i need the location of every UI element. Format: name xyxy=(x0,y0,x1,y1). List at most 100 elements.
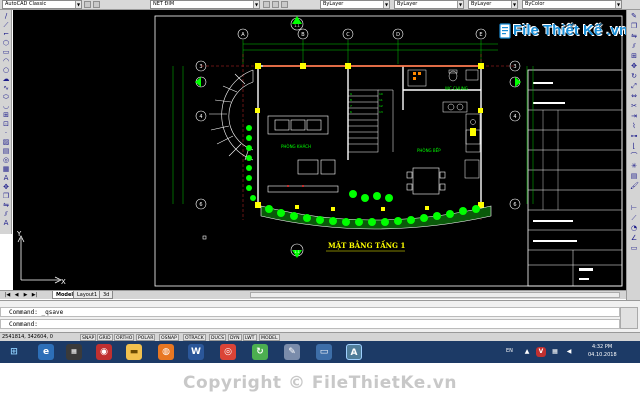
polygon-icon[interactable]: ⬡ xyxy=(2,40,10,47)
ducs-toggle[interactable]: DUCS xyxy=(209,334,227,341)
construction-line-icon[interactable]: ⟋ xyxy=(2,22,10,29)
chamfer-icon[interactable]: ⌊ xyxy=(630,143,638,150)
dimension-radius-icon[interactable]: ◔ xyxy=(630,225,638,232)
circle-icon[interactable]: ○ xyxy=(2,67,10,74)
modify-toolbar: ✎ ❐ ⇋ ⫽ ⊞ ✥ ↻ ⤢ ⇔ ✂ ⇥ ⌇ ⊶ ⌊ ⌒ ✳ ▤ 🖌 ⊢ ⟋ … xyxy=(626,10,640,300)
stretch-icon[interactable]: ⇔ xyxy=(630,93,638,100)
line-icon[interactable]: / xyxy=(2,13,10,20)
internet-explorer-icon[interactable]: e xyxy=(38,344,54,360)
tray-app-icon[interactable]: V xyxy=(536,347,546,357)
tray-up-icon[interactable]: ▲ xyxy=(522,347,532,357)
room-label-dining: PHÒNG BẾP xyxy=(417,147,441,153)
offset-object-icon[interactable]: ⫽ xyxy=(630,43,638,50)
horizontal-scrollbar[interactable] xyxy=(250,292,620,298)
file-explorer-icon[interactable]: ▬ xyxy=(126,344,142,360)
offset-icon[interactable]: ⫽ xyxy=(2,211,10,218)
layer-state-icon[interactable] xyxy=(272,1,279,8)
dimension-linear-icon[interactable]: ⊢ xyxy=(630,205,638,212)
grid-toggle[interactable]: GRID xyxy=(97,334,113,341)
workspace-combo[interactable]: AutoCAD Classic ▼ xyxy=(2,0,82,9)
array-icon[interactable]: ⊞ xyxy=(630,53,638,60)
layer-freeze-icon[interactable] xyxy=(281,1,288,8)
autocad-taskbar-icon[interactable]: A xyxy=(346,344,362,360)
table-icon[interactable]: ▦ xyxy=(2,166,10,173)
dimension-aligned-icon[interactable]: ⟋ xyxy=(630,215,638,222)
dyn-toggle[interactable]: DYN xyxy=(228,334,242,341)
lineweight-combo[interactable]: ByLayer ▼ xyxy=(468,0,518,9)
break-icon[interactable]: ⌇ xyxy=(630,123,638,130)
network-icon[interactable]: ▦ xyxy=(550,347,560,357)
row-bubble-label: 4 xyxy=(199,114,202,120)
revcloud-icon[interactable]: ☁ xyxy=(2,76,10,83)
ortho-toggle[interactable]: ORTHO xyxy=(114,334,135,341)
extend-icon[interactable]: ⇥ xyxy=(630,113,638,120)
word-icon[interactable]: W xyxy=(188,344,204,360)
move-icon[interactable]: ✥ xyxy=(2,184,10,191)
firefox-icon[interactable]: ◍ xyxy=(158,344,174,360)
ucs-x-label: X xyxy=(61,278,66,286)
app-icon[interactable]: ▦ xyxy=(66,344,82,360)
mtext-icon[interactable]: A xyxy=(2,175,10,182)
command-scrollbar[interactable] xyxy=(620,307,638,329)
color-combo[interactable]: ByLayer ▼ xyxy=(320,0,390,9)
green-app-icon[interactable]: ↻ xyxy=(252,344,268,360)
model-toggle[interactable]: MODEL xyxy=(259,334,280,341)
match-properties-icon[interactable]: 🖌 xyxy=(630,183,639,190)
mirror-object-icon[interactable]: ⇋ xyxy=(630,33,638,40)
rotate-icon[interactable]: ↻ xyxy=(630,73,638,80)
monitor-icon[interactable]: ▭ xyxy=(316,344,332,360)
join-icon[interactable]: ⊶ xyxy=(630,133,638,140)
polyline-icon[interactable]: ⌐ xyxy=(2,31,10,38)
hatch-icon[interactable]: ▨ xyxy=(2,139,10,146)
spline-icon[interactable]: ∿ xyxy=(2,85,10,92)
mirror-icon[interactable]: ⇋ xyxy=(2,202,10,209)
text-icon[interactable]: A xyxy=(2,220,10,227)
windows-start-icon[interactable]: ⊞ xyxy=(6,344,22,360)
paint-icon[interactable]: ✎ xyxy=(284,344,300,360)
model-space-canvas[interactable]: X Y A B C D E 1-1 3 4 6 3 4 6 9 10 8 11 … xyxy=(13,10,626,290)
point-icon[interactable]: · xyxy=(2,130,10,137)
polar-toggle[interactable]: POLAR xyxy=(136,334,156,341)
ellipse-arc-icon[interactable]: ◡ xyxy=(2,103,10,110)
linetype-combo[interactable]: ByLayer ▼ xyxy=(394,0,464,9)
explode-icon[interactable]: ✳ xyxy=(630,163,638,170)
make-block-icon[interactable]: ⊡ xyxy=(2,121,10,128)
first-tab-icon[interactable]: |◀ xyxy=(4,292,11,298)
rectangle-icon[interactable]: ▭ xyxy=(2,49,10,56)
layer-manager-icon[interactable] xyxy=(93,1,100,8)
scale-icon[interactable]: ⤢ xyxy=(630,83,638,90)
media-icon[interactable]: ◉ xyxy=(96,344,112,360)
tab-3d[interactable]: 3d xyxy=(99,291,114,299)
chrome-icon[interactable]: ◎ xyxy=(220,344,236,360)
properties-icon[interactable]: ▤ xyxy=(630,173,638,180)
layer-combo[interactable]: NÉT ĐIM ▼ xyxy=(150,0,260,9)
lwt-toggle[interactable]: LWT xyxy=(243,334,257,341)
snap-toggle[interactable]: SNAP xyxy=(80,334,97,341)
copy-icon[interactable]: ❐ xyxy=(2,193,10,200)
dimension-angular-icon[interactable]: ∠ xyxy=(630,235,638,242)
osnap-toggle[interactable]: OSNAP xyxy=(159,334,179,341)
prev-tab-icon[interactable]: ◀ xyxy=(13,292,20,298)
language-indicator[interactable]: EN xyxy=(506,348,513,355)
arc-icon[interactable]: ◠ xyxy=(2,58,10,65)
move-object-icon[interactable]: ✥ xyxy=(630,63,638,70)
tab-layout1[interactable]: Layout1 xyxy=(73,291,102,299)
volume-icon[interactable]: ◀ xyxy=(564,347,574,357)
insert-block-icon[interactable]: ⊞ xyxy=(2,112,10,119)
gear-icon[interactable] xyxy=(84,1,91,8)
fillet-icon[interactable]: ⌒ xyxy=(630,153,638,160)
command-input[interactable]: Command: xyxy=(0,319,620,329)
copy-object-icon[interactable]: ❐ xyxy=(630,23,638,30)
last-tab-icon[interactable]: ▶| xyxy=(31,292,38,298)
otrack-toggle[interactable]: OTRACK xyxy=(183,334,206,341)
next-tab-icon[interactable]: ▶ xyxy=(22,292,29,298)
dimension-style-icon[interactable]: ▭ xyxy=(630,245,638,252)
region-icon[interactable]: ◎ xyxy=(2,157,10,164)
ellipse-icon[interactable]: ⬭ xyxy=(2,94,10,101)
plotstyle-combo[interactable]: ByColor ▼ xyxy=(522,0,622,9)
layer-previous-icon[interactable] xyxy=(263,1,270,8)
trim-icon[interactable]: ✂ xyxy=(630,103,638,110)
erase-icon[interactable]: ✎ xyxy=(630,13,638,20)
straight-stair xyxy=(347,89,394,153)
gradient-icon[interactable]: ▤ xyxy=(2,148,10,155)
